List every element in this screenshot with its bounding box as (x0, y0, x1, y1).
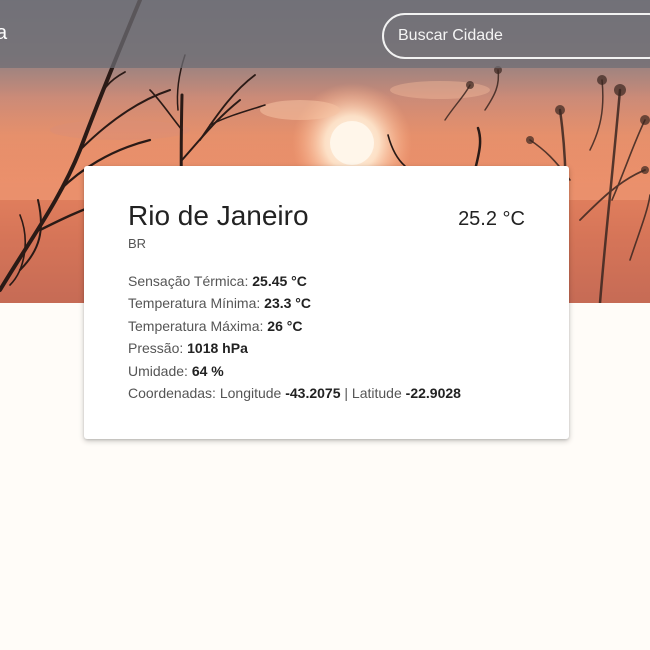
humidity-label: Umidade: (128, 362, 188, 379)
feels-like-label: Sensação Térmica: (128, 273, 249, 289)
coordinates-row: Coordenadas: Longitude -43.2075 | Latitu… (128, 382, 461, 404)
min-temp-row: Temperatura Mínima: 23.3 °C (128, 292, 461, 314)
top-navbar: a (0, 0, 650, 68)
latitude-value: -22.9028 (405, 385, 461, 402)
city-name: Rio de Janeiro (128, 200, 309, 231)
max-temp-row: Temperatura Máxima: 26 °C (128, 315, 461, 337)
weather-details: Sensação Térmica: 25.45 °C Temperatura M… (128, 270, 461, 404)
pressure-value: 1018 hPa (187, 340, 248, 357)
feels-like-value: 25.45 °C (252, 273, 307, 289)
latitude-label: | Latitude (344, 385, 402, 402)
humidity-row: Umidade: 64 % (128, 360, 461, 382)
humidity-value: 64 % (191, 362, 224, 379)
min-temp-label: Temperatura Mínima: (128, 295, 261, 312)
current-temperature: 25.2 °C (458, 208, 525, 230)
coordinates-label: Coordenadas: Longitude (128, 385, 282, 402)
country-code: BR (128, 236, 147, 251)
max-temp-value: 26 °C (267, 317, 303, 334)
app-brand-title[interactable]: a (0, 22, 7, 45)
feels-like-row: Sensação Térmica: 25.45 °C (128, 270, 461, 292)
pressure-label: Pressão: (128, 340, 184, 357)
min-temp-value: 23.3 °C (264, 295, 312, 312)
search-city-input[interactable] (382, 13, 650, 59)
pressure-row: Pressão: 1018 hPa (128, 337, 461, 359)
weather-card: Rio de Janeiro BR 25.2 °C Sensação Térmi… (84, 166, 569, 439)
max-temp-label: Temperatura Máxima: (128, 317, 264, 334)
longitude-value: -43.2075 (285, 385, 341, 402)
